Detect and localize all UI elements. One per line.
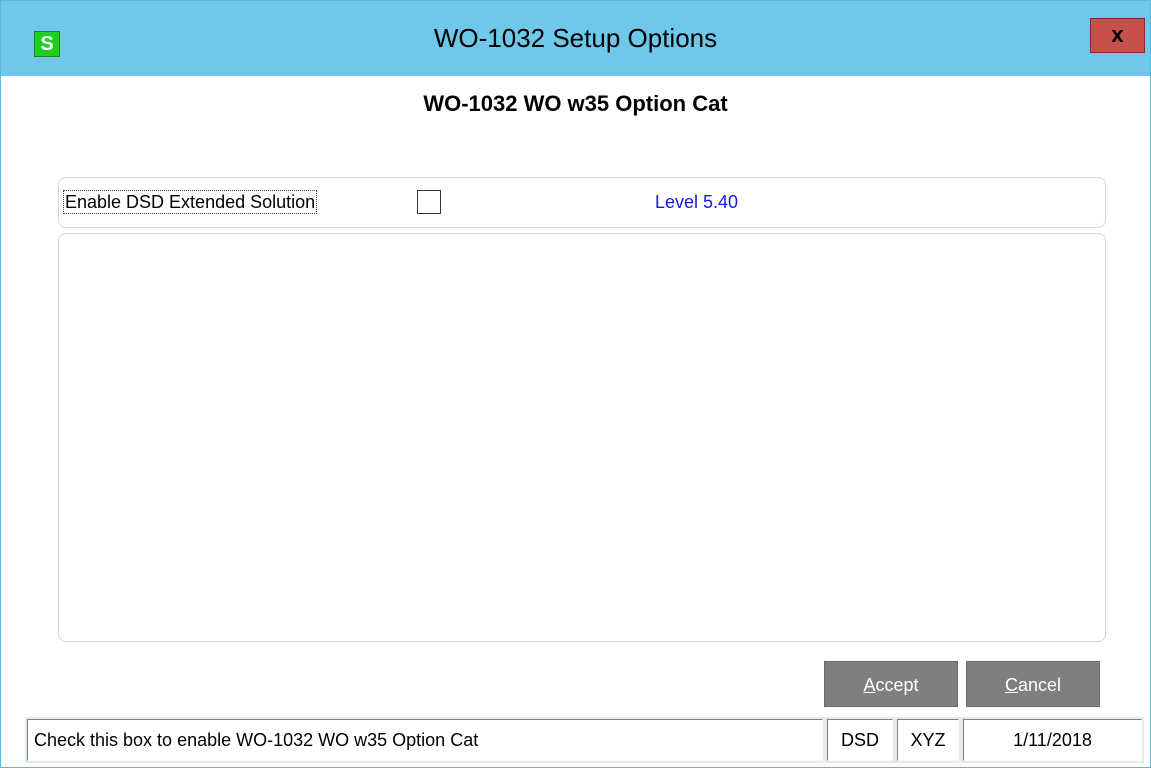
cancel-label: ancel bbox=[1017, 675, 1062, 695]
level-text: Level 5.40 bbox=[655, 192, 739, 212]
enable-dsd-label[interactable]: Enable DSD Extended Solution bbox=[62, 190, 318, 214]
setup-options-window: S WO-1032 Setup Options x WO-1032 WO w35… bbox=[0, 0, 1151, 768]
accept-button[interactable]: Accept bbox=[824, 661, 958, 707]
status-message: Check this box to enable WO-1032 WO w35 … bbox=[27, 719, 823, 761]
accept-label: ccept bbox=[875, 675, 919, 695]
content-panel bbox=[58, 233, 1106, 642]
status-module: DSD bbox=[827, 719, 893, 761]
close-button[interactable]: x bbox=[1090, 18, 1145, 53]
status-bar-cells: Check this box to enable WO-1032 WO w35 … bbox=[27, 719, 1142, 761]
close-icon: x bbox=[1111, 22, 1124, 47]
page-heading: WO-1032 WO w35 Option Cat bbox=[423, 91, 728, 116]
cancel-button[interactable]: Cancel bbox=[966, 661, 1100, 707]
enable-dsd-checkbox[interactable] bbox=[417, 190, 441, 214]
status-company: XYZ bbox=[897, 719, 959, 761]
title-bar[interactable]: S WO-1032 Setup Options x bbox=[1, 1, 1150, 76]
accept-mnemonic: A bbox=[863, 675, 876, 695]
window-title: WO-1032 Setup Options bbox=[433, 23, 718, 53]
status-date: 1/11/2018 bbox=[963, 719, 1142, 761]
cancel-mnemonic: C bbox=[1004, 675, 1018, 695]
